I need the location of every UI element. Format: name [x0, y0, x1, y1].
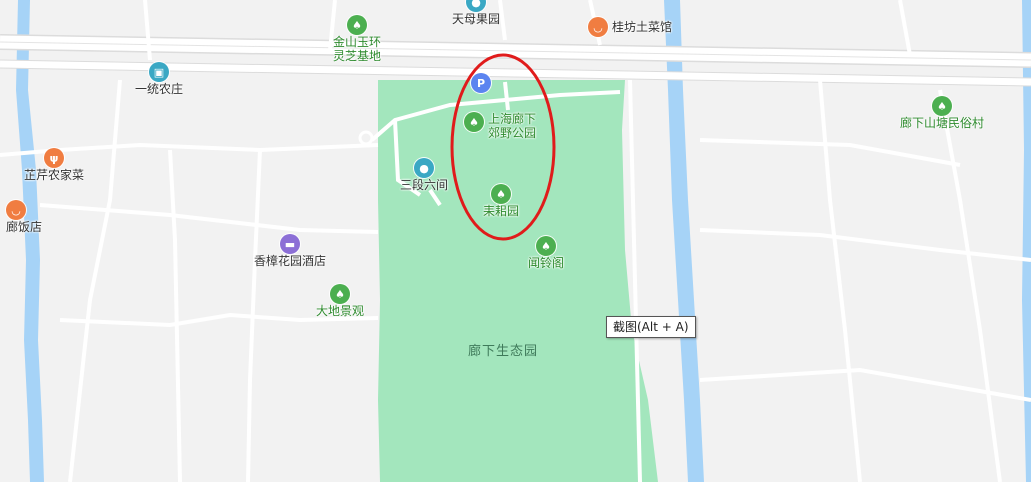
parking-icon: P	[471, 73, 491, 93]
river-far-right	[1022, 0, 1031, 482]
building-icon: ▣	[149, 62, 169, 82]
poi-wenling[interactable]: ♠ 闻铃阁	[528, 236, 564, 270]
river-left	[16, 0, 44, 482]
map-pin-icon: ●	[466, 0, 486, 12]
poi-sanduan[interactable]: ● 三段六间	[400, 158, 448, 192]
tree-icon: ♠	[330, 284, 350, 304]
tree-icon: ♠	[347, 15, 367, 35]
area-label: 廊下生态园	[468, 344, 539, 359]
poi-langxia-village[interactable]: ♠ 廊下山塘民俗村	[900, 96, 984, 130]
restaurant-icon: ψ	[44, 148, 64, 168]
tree-icon: ♠	[464, 112, 484, 132]
poi-jinshan[interactable]: ♠ 金山玉环 灵芝基地	[333, 15, 381, 63]
screenshot-tooltip: 截图(Alt + A)	[606, 316, 696, 338]
poi-shanghai-park[interactable]: ♠ 上海廊下 郊野公园	[464, 112, 536, 140]
poi-guifang[interactable]: ◡ 桂坊土菜馆	[588, 17, 672, 37]
poi-modao[interactable]: ♠ 耒耜园	[483, 184, 519, 218]
restaurant-icon: ◡	[6, 200, 26, 220]
poi-tianmu[interactable]: ● 天母果园	[452, 0, 500, 26]
tree-icon: ♠	[932, 96, 952, 116]
poi-parking[interactable]: P	[471, 73, 491, 93]
tree-icon: ♠	[536, 236, 556, 256]
poi-qiqin[interactable]: ψ 芷芹农家菜	[24, 148, 84, 182]
tree-icon: ♠	[491, 184, 511, 204]
map-pin-icon: ●	[414, 158, 434, 178]
poi-dadi[interactable]: ♠ 大地景观	[316, 284, 364, 318]
poi-xiangzhang[interactable]: ▬ 香樟花园酒店	[254, 234, 326, 268]
poi-yitong[interactable]: ▣ 一统农庄	[135, 62, 183, 96]
restaurant-icon: ◡	[588, 17, 608, 37]
park-area	[378, 80, 658, 482]
hotel-icon: ▬	[280, 234, 300, 254]
poi-langfandian[interactable]: ◡ 廊饭店	[6, 200, 42, 234]
